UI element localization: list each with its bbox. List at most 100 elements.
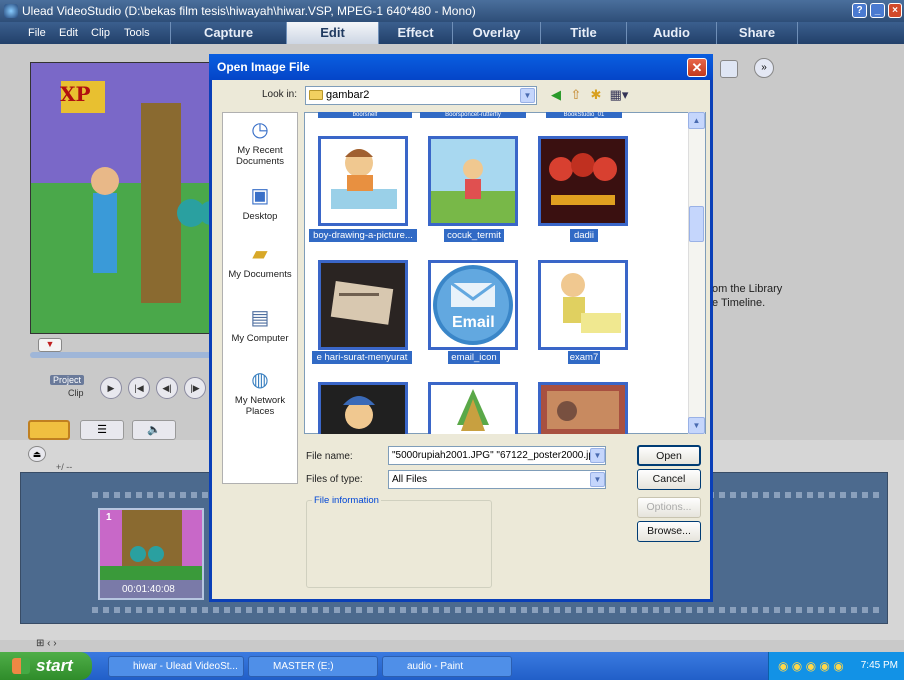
jog-marker-icon[interactable]: ▼	[38, 338, 62, 352]
place-my-computer[interactable]: ▤ My Computer	[222, 306, 298, 344]
scrub-bar[interactable]	[30, 352, 218, 358]
file-thumbnail[interactable]	[538, 136, 628, 226]
file-thumbnail[interactable]	[318, 136, 408, 226]
file-label[interactable]: exam7	[568, 351, 600, 364]
place-desktop-label: Desktop	[242, 211, 278, 222]
storyboard-view-icon[interactable]	[28, 420, 70, 440]
view-menu-icon[interactable]: ▦▾	[608, 86, 630, 104]
menu-file[interactable]: File	[28, 22, 46, 44]
menu-tools[interactable]: Tools	[124, 22, 150, 44]
email-text: Email	[452, 314, 495, 331]
file-name-dropdown-icon[interactable]: ▼	[590, 448, 605, 463]
file-thumbnail[interactable]	[428, 260, 518, 350]
file-thumbnail[interactable]	[428, 382, 518, 434]
browse-button[interactable]: Browse...	[637, 521, 701, 542]
look-in-combo[interactable]: gambar2	[305, 86, 537, 105]
tree-image	[431, 385, 515, 434]
file-label[interactable]: email_icon	[448, 351, 500, 364]
files-of-type-label: Files of type:	[306, 474, 363, 485]
timeline-view-icon[interactable]: ☰	[80, 420, 124, 440]
task-master-drive[interactable]: MASTER (E:)	[248, 656, 378, 677]
library-hint: om the Library e Timeline.	[712, 282, 782, 310]
minimize-icon[interactable]: _	[870, 3, 885, 18]
place-network[interactable]: ◍ My Network Places	[222, 368, 298, 417]
student-image	[541, 263, 625, 347]
partial-file-label[interactable]: Boorsponcet-rutterfly	[420, 112, 526, 118]
open-button[interactable]: Open	[637, 445, 701, 466]
app-icon	[4, 4, 18, 18]
step-title[interactable]: Title	[540, 22, 626, 44]
file-thumbnail[interactable]	[538, 382, 628, 434]
mode-clip[interactable]: Clip	[68, 388, 84, 398]
place-recent[interactable]: ◷ My Recent Documents	[222, 118, 298, 167]
file-name-input[interactable]: "5000rupiah2001.JPG" "67122_poster2000.j…	[388, 446, 606, 465]
help-icon[interactable]: ?	[852, 3, 867, 18]
look-in-label: Look in:	[262, 89, 298, 100]
file-name-label: File name:	[306, 451, 353, 462]
file-thumbnail[interactable]	[538, 260, 628, 350]
audio-view-icon[interactable]: 🔈	[132, 420, 176, 440]
clip-duration: 00:01:40:08	[122, 584, 175, 595]
menu-edit[interactable]: Edit	[59, 22, 78, 44]
timeline-clip[interactable]: 00:01:40:08	[98, 508, 204, 600]
library-folder-icon[interactable]	[720, 60, 738, 78]
place-network-label: My Network Places	[234, 395, 286, 417]
place-recent-label: My Recent Documents	[235, 145, 285, 167]
step-edit[interactable]: Edit	[286, 22, 378, 44]
file-label[interactable]: boy-drawing-a-picture...	[309, 229, 417, 242]
tray-icons[interactable]: ◉ ◉ ◉ ◉ ◉	[778, 659, 844, 673]
files-of-type-select[interactable]: All Files	[388, 470, 606, 489]
file-information-label: File information	[312, 495, 381, 506]
files-of-type-dropdown-icon[interactable]: ▼	[590, 472, 605, 487]
menu-clip[interactable]: Clip	[91, 22, 110, 44]
step-share[interactable]: Share	[716, 22, 798, 44]
place-my-documents[interactable]: ▰ My Documents	[222, 242, 298, 280]
timeline-zoom[interactable]: +/ --	[56, 462, 72, 472]
scroll-thumb[interactable]	[689, 206, 704, 242]
previous-frame-icon[interactable]: ◀|	[156, 377, 178, 399]
up-folder-icon[interactable]: ⇧	[568, 86, 584, 104]
step-overlay[interactable]: Overlay	[452, 22, 540, 44]
recent-documents-icon: ◷	[251, 119, 269, 141]
library-hint-line2: e Timeline.	[712, 297, 766, 309]
next-frame-icon[interactable]: |▶	[184, 377, 206, 399]
file-list-scrollbar[interactable]	[688, 112, 705, 434]
file-label[interactable]: cocuk_termit	[444, 229, 504, 242]
file-label[interactable]: e hari-surat-menyurat	[312, 351, 412, 364]
step-audio[interactable]: Audio	[626, 22, 716, 44]
file-thumbnail[interactable]	[318, 260, 408, 350]
partial-file-label[interactable]: boorsnelf	[318, 112, 412, 118]
close-icon[interactable]: ×	[888, 3, 902, 18]
expand-icon[interactable]: »	[754, 58, 774, 78]
back-icon[interactable]: ◀	[548, 86, 564, 104]
clip-number: 1	[106, 512, 112, 523]
task-ulead[interactable]: hiwar - Ulead VideoSt...	[108, 656, 244, 677]
look-in-dropdown-icon[interactable]: ▼	[520, 88, 535, 103]
eject-icon[interactable]: ⏏	[28, 446, 46, 462]
scroll-down-icon[interactable]: ▼	[688, 417, 705, 434]
file-information-group	[306, 500, 492, 588]
file-thumbnail[interactable]	[428, 136, 518, 226]
play-icon[interactable]: ▶	[100, 377, 122, 399]
window-title-bar: Ulead VideoStudio (D:\bekas film tesis\h…	[0, 0, 904, 22]
step-effect[interactable]: Effect	[378, 22, 452, 44]
network-places-icon: ◍	[251, 369, 269, 391]
cartoon-image	[321, 385, 405, 434]
new-folder-icon[interactable]: ✱	[588, 86, 604, 104]
home-icon[interactable]: |◀	[128, 377, 150, 399]
cancel-button[interactable]: Cancel	[637, 469, 701, 490]
dialog-close-icon[interactable]: ✕	[687, 58, 707, 77]
scroll-up-icon[interactable]: ▲	[688, 112, 705, 129]
preview-window	[30, 62, 218, 334]
partial-file-label[interactable]: BookStudio_01	[546, 112, 622, 118]
timeline-scroll-arrows[interactable]: ⊞ ‹ ›	[36, 638, 57, 649]
step-capture[interactable]: Capture	[170, 22, 286, 44]
mode-project[interactable]: Project	[50, 375, 85, 385]
file-label[interactable]: dadii	[570, 229, 598, 242]
windows-logo-icon	[12, 658, 30, 674]
file-thumbnail[interactable]	[318, 382, 408, 434]
options-button: Options...	[637, 497, 701, 518]
place-desktop[interactable]: ▣ Desktop	[222, 184, 298, 222]
task-paint[interactable]: audio - Paint	[382, 656, 512, 677]
clock: 7:45 PM	[860, 660, 898, 671]
